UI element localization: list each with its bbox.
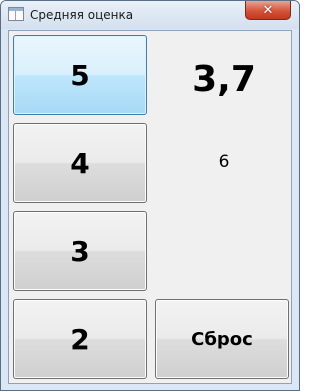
- grade-5-button[interactable]: 5: [13, 35, 147, 115]
- title-bar[interactable]: Средняя оценка ✕: [1, 1, 299, 29]
- average-value: 3,7: [192, 58, 256, 100]
- grade-2-button[interactable]: 2: [13, 299, 147, 379]
- reset-button[interactable]: Сброс: [155, 299, 289, 379]
- window-title: Средняя оценка: [30, 8, 134, 22]
- grade-3-button[interactable]: 3: [13, 211, 147, 291]
- grade-4-button[interactable]: 4: [13, 123, 147, 203]
- close-icon: ✕: [262, 2, 274, 18]
- app-window-icon[interactable]: [8, 7, 24, 21]
- app-window: Средняя оценка ✕ 5 4 3 2 3,7 6 Сброс: [0, 0, 300, 391]
- close-button[interactable]: ✕: [245, 1, 291, 20]
- client-area: 5 4 3 2 3,7 6 Сброс: [8, 30, 292, 384]
- grade-count: 6: [218, 152, 230, 172]
